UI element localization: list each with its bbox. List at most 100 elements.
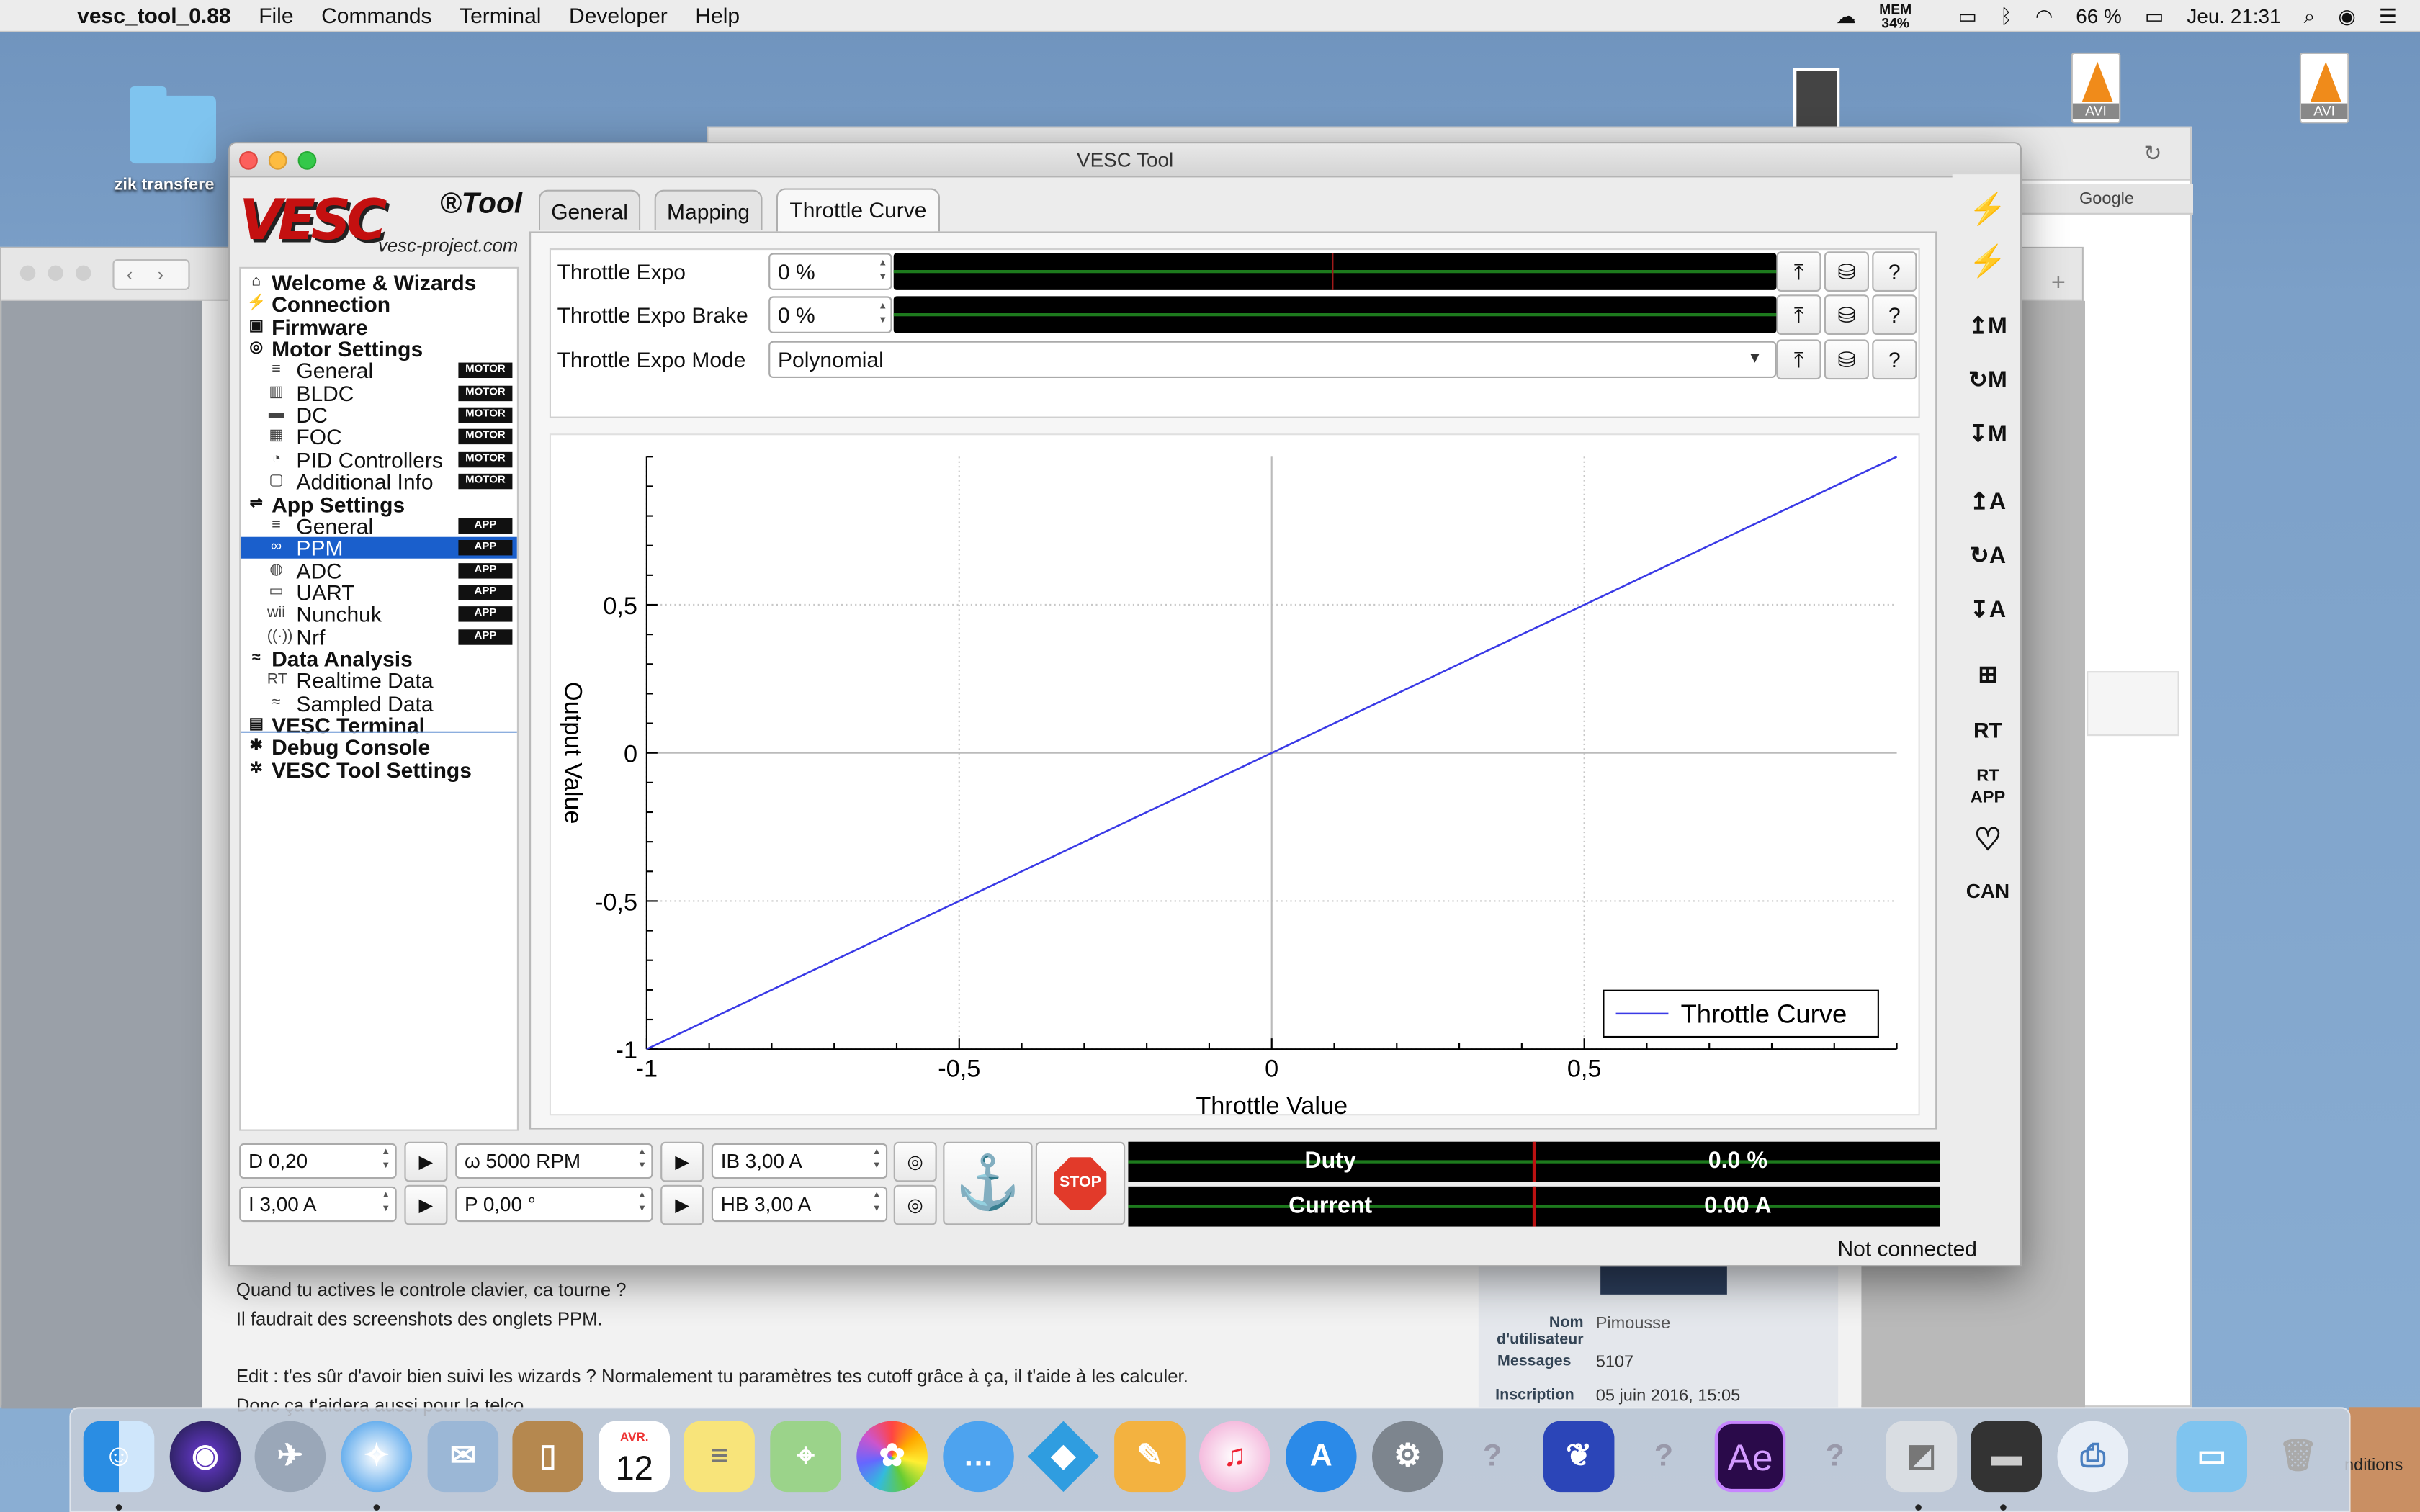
play-duty-icon[interactable]: ▶	[404, 1141, 448, 1182]
sidebar-item[interactable]: ≡ General MOTOR	[241, 360, 517, 382]
unknown-app-icon[interactable]: ?	[1800, 1421, 1871, 1493]
battery-icon[interactable]: ▭	[2145, 4, 2164, 28]
disconnect-icon[interactable]: ⚡	[1962, 239, 2015, 285]
sidebar-item[interactable]: ◎ Motor Settings	[241, 338, 517, 360]
menu-terminal[interactable]: Terminal	[460, 3, 541, 27]
trash-icon[interactable]: 🗑	[2262, 1421, 2334, 1493]
user-avatar[interactable]	[1600, 1266, 1727, 1295]
sidebar-item[interactable]: ✱ Debug Console	[241, 737, 517, 759]
brake-icon[interactable]: ◎	[893, 1141, 937, 1182]
realtime-data-icon[interactable]: RT	[1962, 706, 2015, 752]
siri-icon[interactable]: ◉	[169, 1421, 241, 1493]
brake-current-spinbox[interactable]: IB 3,00 A	[711, 1143, 888, 1179]
sidebar-item[interactable]: ≈ Sampled Data	[241, 692, 517, 714]
back-forward-buttons[interactable]: ‹›	[112, 259, 190, 290]
minimize-window-icon[interactable]	[268, 151, 287, 170]
new-tab-icon[interactable]: +	[2051, 270, 2066, 298]
inactive-minimize-icon[interactable]	[48, 265, 63, 281]
help-icon[interactable]: ?	[1872, 251, 1917, 292]
sidebar-item[interactable]: ◍ ADC APP	[241, 559, 517, 582]
unknown-app-icon[interactable]: ?	[1628, 1421, 1700, 1493]
vlc-file-icon[interactable]: AVI	[2299, 52, 2349, 124]
contacts-icon[interactable]: ▯	[512, 1421, 583, 1493]
vuze-icon[interactable]: ❦	[1543, 1421, 1615, 1493]
sidebar-item[interactable]: ⚡ Connection	[241, 294, 517, 316]
sidebar-item[interactable]: ▦ FOC MOTOR	[241, 426, 517, 449]
database-icon[interactable]: ⛁	[1824, 294, 1869, 335]
can-forward-icon[interactable]: CAN	[1962, 868, 2015, 914]
unknown-app-icon[interactable]: ?	[1457, 1421, 1528, 1493]
username-value[interactable]: Pimousse	[1596, 1315, 1670, 1333]
menu-help[interactable]: Help	[695, 3, 740, 27]
throttle-expo-brake-spinbox[interactable]: 0 %	[768, 296, 892, 333]
read-app-config-icon[interactable]: ↥A	[1962, 480, 2015, 526]
mail-icon[interactable]: ✉	[427, 1421, 499, 1493]
menu-developer[interactable]: Developer	[569, 3, 668, 27]
vesc-tool-dock-icon[interactable]: ▬	[1971, 1421, 2042, 1493]
calendar-icon[interactable]: AVR. 12	[599, 1421, 670, 1493]
memory-indicator[interactable]: MEM 34%	[1879, 1, 1935, 30]
sidebar-item[interactable]: ⌂ Welcome & Wizards	[241, 271, 517, 294]
upload-icon[interactable]: ⤒	[1776, 339, 1821, 380]
write-app-config-icon[interactable]: ↧A	[1962, 588, 2015, 634]
battery-percent[interactable]: 66 %	[2076, 4, 2122, 27]
anchor-icon[interactable]: ⚓	[943, 1141, 1033, 1225]
cloud-sync-icon[interactable]: ☁	[1836, 4, 1856, 28]
zoom-window-icon[interactable]	[297, 151, 317, 170]
upload-icon[interactable]: ⤒	[1776, 294, 1821, 335]
position-spinbox[interactable]: P 0,00 °	[455, 1186, 653, 1223]
sidebar-item[interactable]: ✲ VESC Tool Settings	[241, 758, 517, 781]
play-rpm-icon[interactable]: ▶	[660, 1141, 704, 1182]
upload-icon[interactable]: ⤒	[1776, 251, 1821, 292]
after-effects-icon[interactable]: Ae	[1714, 1421, 1786, 1493]
desktop-image-thumbnail[interactable]	[1793, 68, 1840, 130]
pages-icon[interactable]: ✎	[1114, 1421, 1186, 1493]
help-icon[interactable]: ?	[1872, 294, 1917, 335]
tab-general[interactable]: General	[538, 189, 641, 230]
play-current-icon[interactable]: ▶	[404, 1184, 448, 1225]
throttle-expo-mode-select[interactable]: Polynomial ▼	[768, 341, 1777, 378]
read-motor-default-icon[interactable]: ↻M	[1962, 358, 2015, 404]
vlc-file-icon[interactable]: AVI	[2071, 52, 2121, 124]
throttle-curve-plot[interactable]: -1 -0,5 0 0,5 -1 -0,5 0 0,5 Throttle Value Output…	[549, 433, 1920, 1120]
sidebar-item[interactable]: ▢ Additional Info MOTOR	[241, 471, 517, 493]
notification-center-icon[interactable]: ☰	[2379, 4, 2397, 28]
siri-icon[interactable]: ◉	[2338, 4, 2355, 28]
preview-icon[interactable]: ◩	[1886, 1421, 1958, 1493]
sidebar-item[interactable]: ▥ BLDC MOTOR	[241, 382, 517, 405]
desktop-folder-icon[interactable]	[130, 86, 216, 164]
sidebar-item[interactable]: ≡ General APP	[241, 515, 517, 537]
tab-throttle-curve[interactable]: Throttle Curve	[776, 188, 940, 232]
reload-icon[interactable]: ↻	[2143, 140, 2161, 166]
sidebar-item[interactable]: ⇌ App Settings	[241, 492, 517, 516]
read-app-default-icon[interactable]: ↻A	[1962, 534, 2015, 580]
inactive-close-icon[interactable]	[19, 265, 36, 281]
printer-icon[interactable]: ⎙	[2057, 1421, 2128, 1493]
wifi-icon[interactable]: ◠	[2035, 4, 2053, 28]
system-preferences-icon[interactable]: ⚙	[1372, 1421, 1443, 1493]
itunes-icon[interactable]: ♫	[1199, 1421, 1270, 1493]
tab-mapping[interactable]: Mapping	[654, 189, 763, 230]
heart-icon[interactable]: ♡	[1962, 818, 2015, 864]
close-window-icon[interactable]	[239, 151, 258, 170]
play-position-icon[interactable]: ▶	[660, 1184, 704, 1225]
menu-file[interactable]: File	[259, 3, 293, 27]
read-motor-config-icon[interactable]: ↥M	[1962, 304, 2015, 350]
handbrake-icon[interactable]: ◎	[893, 1184, 937, 1225]
downloads-folder-icon[interactable]: ▭	[2176, 1421, 2247, 1493]
network-icon[interactable]: ⊞	[1962, 652, 2015, 698]
kodi-icon[interactable]: ◆	[1028, 1421, 1099, 1493]
photos-icon[interactable]: ✿	[856, 1421, 928, 1493]
help-icon[interactable]: ?	[1872, 339, 1917, 380]
menu-commands[interactable]: Commands	[321, 3, 431, 27]
realtime-app-icon[interactable]: RT APP	[1962, 762, 2015, 809]
sidebar-item[interactable]: ◔ PID Controllers MOTOR	[241, 449, 517, 471]
inactive-zoom-icon[interactable]	[76, 265, 91, 281]
clock[interactable]: Jeu. 21:31	[2187, 4, 2280, 27]
airplay-icon[interactable]: ▭	[1958, 4, 1976, 28]
safari-icon[interactable]: ✧	[341, 1421, 413, 1493]
sidebar-item[interactable]: ∞ PPM APP	[241, 537, 517, 559]
duty-spinbox[interactable]: D 0,20	[239, 1143, 397, 1179]
throttle-expo-spinbox[interactable]: 0 %	[768, 253, 892, 290]
database-icon[interactable]: ⛁	[1824, 251, 1869, 292]
